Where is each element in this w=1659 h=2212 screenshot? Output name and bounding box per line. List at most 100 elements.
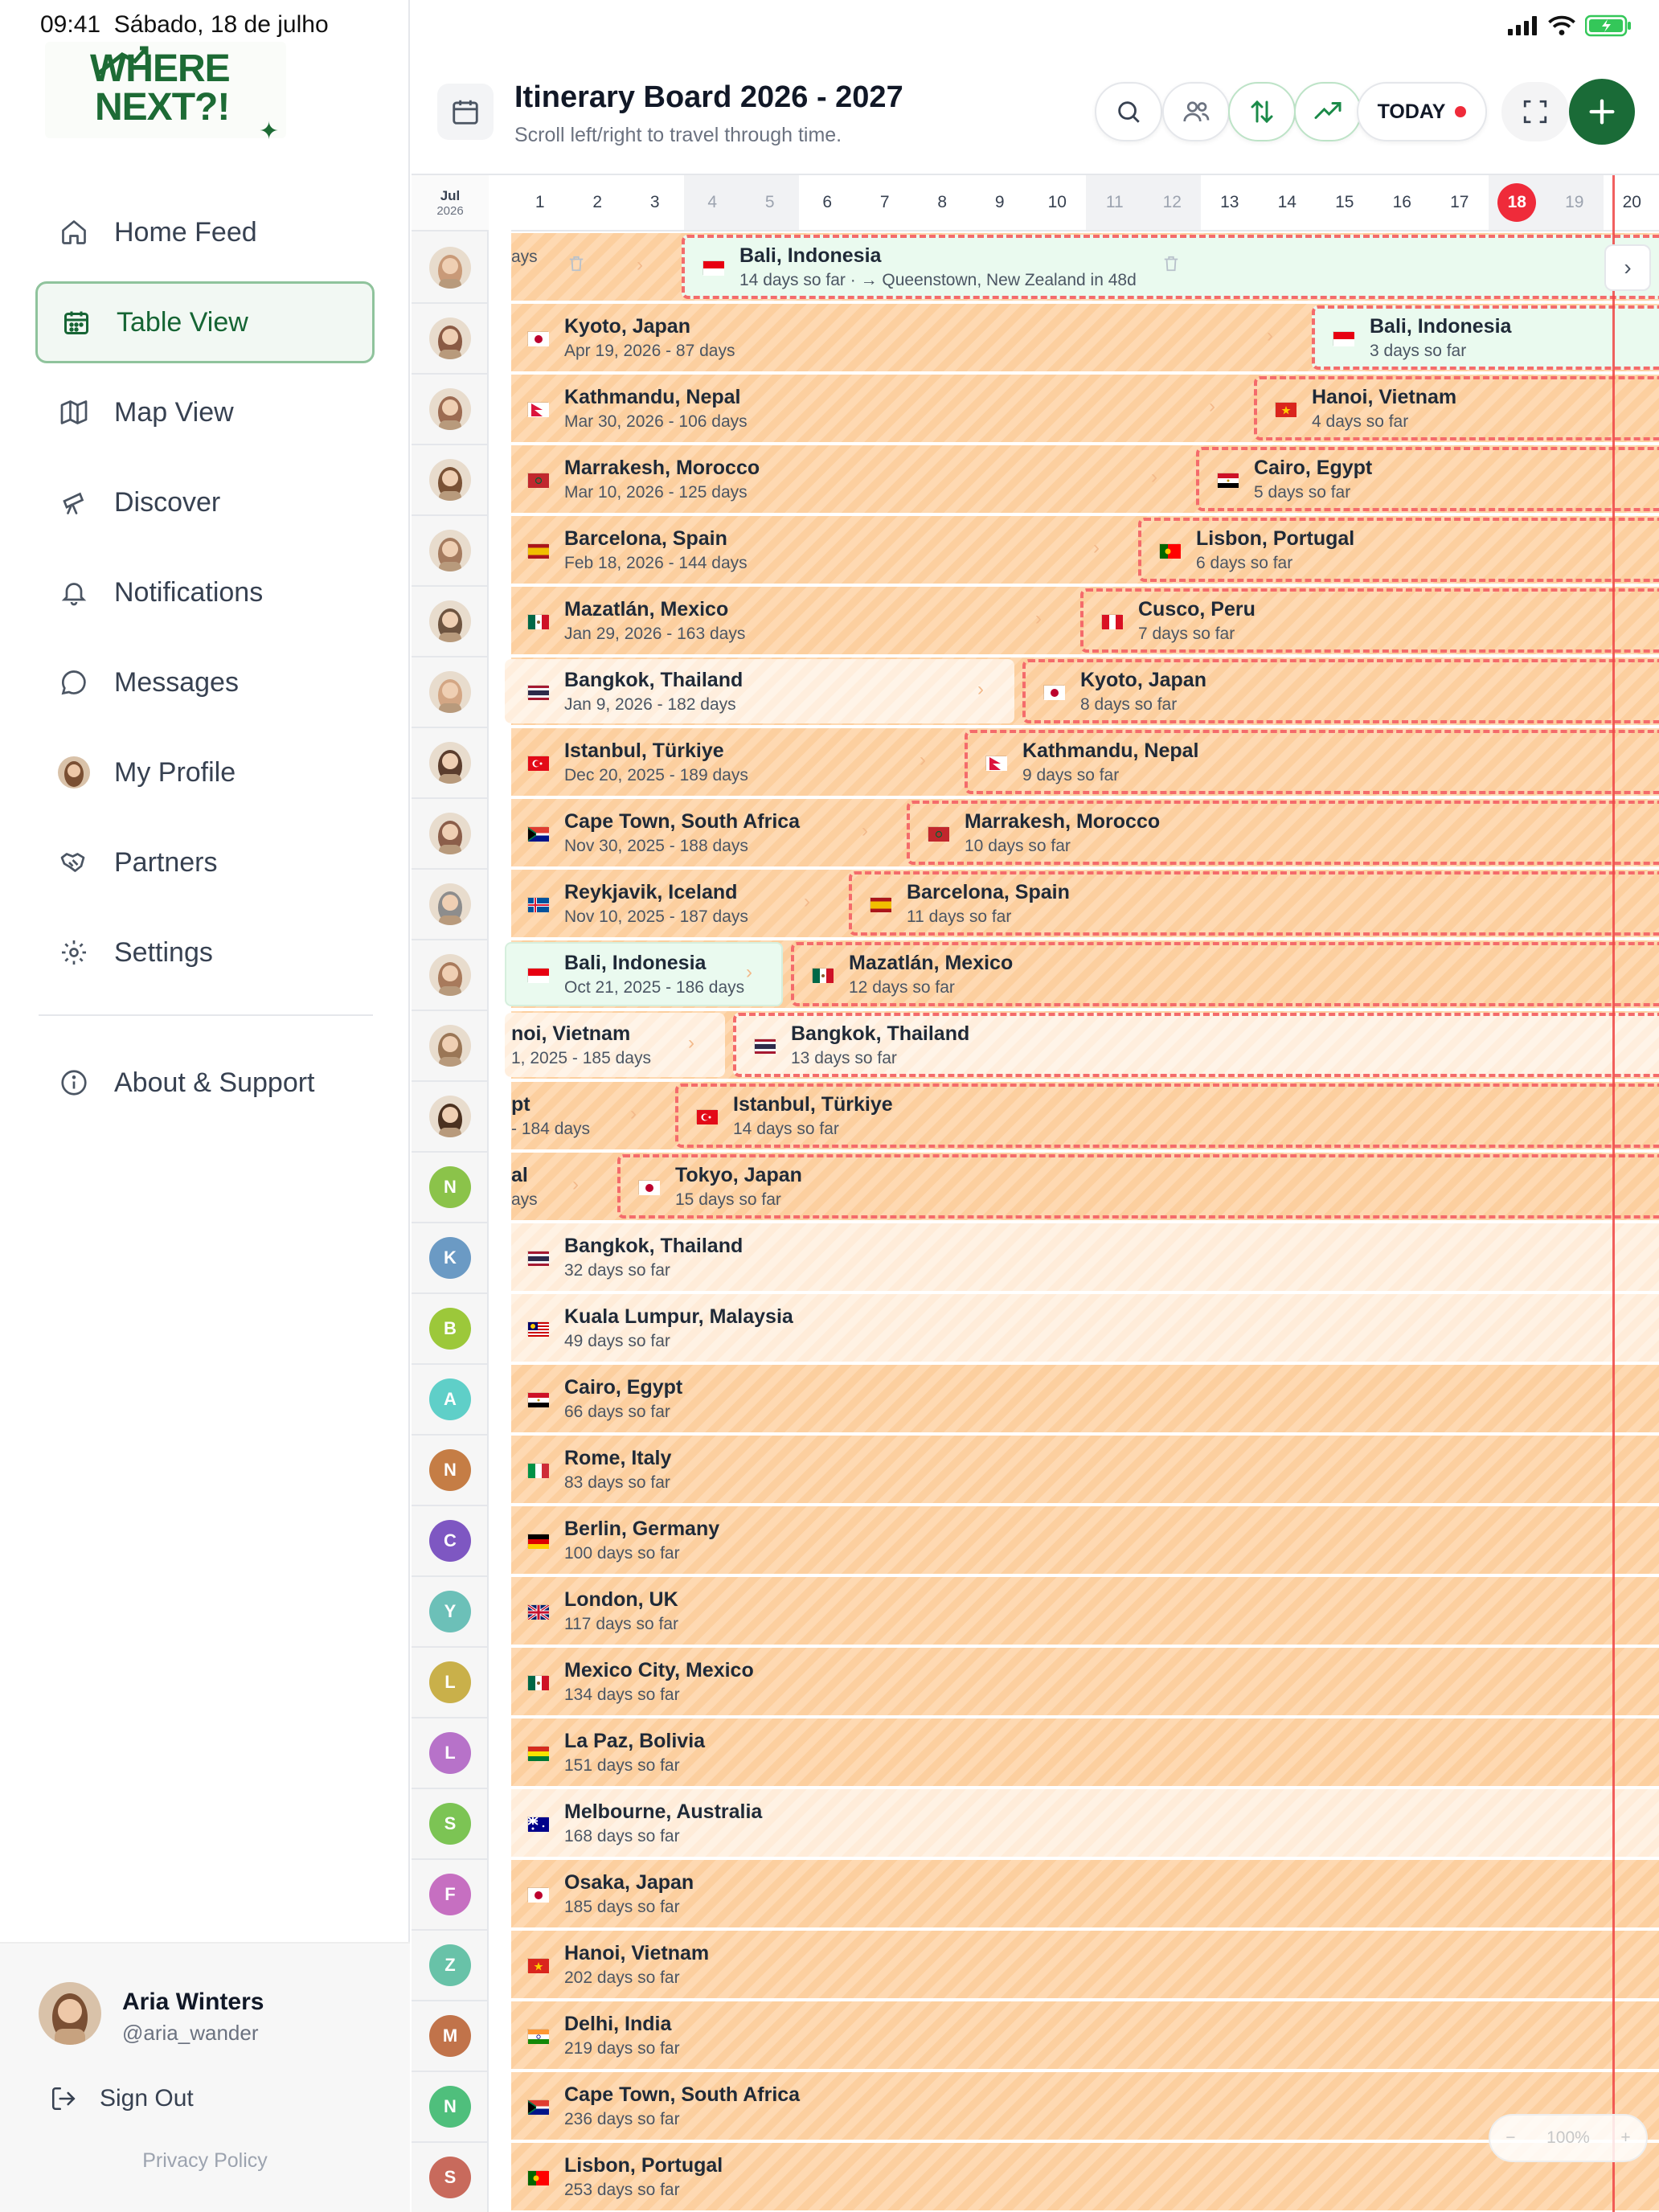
traveler-initial-avatar[interactable]: S (429, 1803, 471, 1845)
nav-label: Settings (114, 936, 213, 968)
flag-icon (527, 684, 549, 700)
nav-item-messages[interactable]: Messages (35, 641, 375, 723)
trash-icon[interactable] (1162, 254, 1180, 278)
traveler-initial-avatar[interactable]: A (429, 1378, 471, 1420)
people-filter-button[interactable] (1162, 82, 1230, 141)
sign-out-button[interactable]: Sign Out (50, 2085, 194, 2112)
traveler-photo-avatar[interactable] (429, 317, 471, 359)
day-header: 3 (626, 175, 684, 231)
fullscreen-button[interactable] (1501, 82, 1569, 141)
trend-button[interactable] (1294, 82, 1362, 141)
privacy-policy-link[interactable]: Privacy Policy (0, 2149, 410, 2173)
stay-label: noi, Vietnam 1, 2025 - 185 days (511, 1022, 651, 1068)
main-nav: Home Feed Table View Map View Discover Notif… (35, 191, 375, 1002)
traveler-initial-avatar[interactable]: N (429, 1449, 471, 1491)
search-button[interactable] (1095, 82, 1162, 141)
traveler-initial-avatar[interactable]: S (429, 2157, 471, 2198)
stay-label: Kathmandu, Nepal 9 days so far (985, 739, 1198, 785)
nav-label: Partners (114, 846, 218, 878)
day-header: 12 (1143, 175, 1201, 231)
traveler-photo-avatar[interactable] (429, 813, 471, 854)
stay-text: Berlin, Germany 100 days so far (564, 1518, 719, 1563)
stay-label: Cape Town, South Africa Nov 30, 2025 - 18… (527, 810, 800, 856)
nav-item-table-view[interactable]: Table View (35, 281, 375, 363)
stay-destination: Marrakesh, Morocco (564, 457, 760, 479)
traveler-initial-avatar[interactable]: L (429, 1732, 471, 1774)
nav-item-notifications[interactable]: Notifications (35, 551, 375, 633)
traveler-photo-avatar[interactable] (429, 530, 471, 571)
stay-duration: Oct 21, 2025 - 186 days (564, 978, 745, 997)
plus-icon (1589, 99, 1615, 125)
traveler-photo-avatar[interactable] (429, 671, 471, 713)
home-icon (58, 216, 90, 248)
stay-label: Lisbon, Portugal 6 days so far (1159, 527, 1354, 573)
nav-about-wrap: About & Support (35, 1042, 375, 1132)
stay-text: Kyoto, Japan Apr 19, 2026 - 87 days (564, 315, 735, 361)
stay-duration: 168 days so far (564, 1827, 680, 1845)
traveler-initial-avatar[interactable]: B (429, 1308, 471, 1350)
day-number: 3 (649, 193, 660, 211)
nav-item-about-support[interactable]: About & Support (35, 1042, 375, 1124)
stay-duration: 14 days so far (733, 1120, 839, 1138)
stay-duration: 236 days so far (564, 2110, 680, 2128)
nav-item-discover[interactable]: Discover (35, 461, 375, 543)
stay-text: Marrakesh, Morocco Mar 10, 2026 - 125 day… (564, 457, 760, 502)
traveler-avatar-cell: S (412, 1789, 489, 1860)
traveler-photo-avatar[interactable] (429, 600, 471, 642)
day-header: 2 (568, 175, 626, 231)
day-header: 9 (971, 175, 1029, 231)
sort-button[interactable] (1228, 82, 1296, 141)
traveler-initial-avatar[interactable]: Z (429, 1944, 471, 1986)
traveler-avatar-cell (412, 728, 489, 799)
traveler-photo-avatar[interactable] (429, 388, 471, 430)
traveler-photo-avatar[interactable] (429, 1096, 471, 1137)
traveler-initial-avatar[interactable]: L (429, 1661, 471, 1703)
add-trip-button[interactable] (1569, 79, 1635, 145)
zoom-in-button[interactable]: + (1620, 2128, 1630, 2148)
stay-label: al ays (511, 1164, 538, 1210)
itinerary-row[interactable] (511, 2001, 1659, 2069)
day-number: 14 (1277, 193, 1296, 211)
timeline-grid[interactable]: 1 2 3 4 5 6 7 8 9 10 11 12 13 14 15 16 17 18 19 20 ays Bali,… (505, 175, 1659, 2212)
nav-item-map-view[interactable]: Map View (35, 371, 375, 453)
nav-item-home-feed[interactable]: Home Feed (35, 191, 375, 273)
stay-text: ays (511, 244, 538, 267)
avatar-initial: S (444, 2167, 457, 2187)
traveler-initial-avatar[interactable]: N (429, 1166, 471, 1208)
day-number: 13 (1220, 193, 1239, 211)
traveler-photo-avatar[interactable] (429, 247, 471, 289)
nav-item-partners[interactable]: Partners (35, 821, 375, 903)
nav-item-settings[interactable]: Settings (35, 911, 375, 993)
traveler-photo-avatar[interactable] (429, 1025, 471, 1067)
itinerary-row[interactable] (511, 1577, 1659, 1645)
stay-label: Mazatlán, Mexico Jan 29, 2026 - 163 days (527, 598, 745, 644)
map-icon (58, 396, 90, 428)
stay-text: Kyoto, Japan 8 days so far (1080, 669, 1206, 715)
stay-destination: Istanbul, Türkiye (564, 739, 724, 762)
handshake-icon (58, 846, 90, 879)
itinerary-row[interactable] (511, 1365, 1659, 1432)
traveler-photo-avatar[interactable] (429, 742, 471, 784)
app-logo[interactable]: WHERE NEXT?! ✦ (45, 42, 286, 145)
traveler-photo-avatar[interactable] (429, 459, 471, 501)
traveler-initial-avatar[interactable]: K (429, 1237, 471, 1279)
traveler-initial-avatar[interactable]: F (429, 1874, 471, 1915)
today-button[interactable]: TODAY (1357, 82, 1487, 141)
itinerary-row[interactable] (511, 1436, 1659, 1503)
traveler-initial-avatar[interactable]: Y (429, 1591, 471, 1632)
avatar-initial: K (444, 1247, 457, 1268)
nav-item-my-profile[interactable]: My Profile (35, 731, 375, 813)
scroll-next-button[interactable]: › (1604, 244, 1651, 291)
traveler-initial-avatar[interactable]: M (429, 2015, 471, 2057)
traveler-photo-avatar[interactable] (429, 883, 471, 925)
traveler-photo-avatar[interactable] (429, 954, 471, 996)
chevron-right-icon: › (1209, 395, 1215, 417)
user-avatar[interactable] (39, 1982, 101, 2045)
traveler-initial-avatar[interactable]: C (429, 1520, 471, 1562)
chevron-right-icon: › (572, 1174, 579, 1195)
trash-icon[interactable] (567, 254, 585, 278)
traveler-initial-avatar[interactable]: N (429, 2086, 471, 2128)
flag-icon (527, 1745, 549, 1761)
stay-duration: Apr 19, 2026 - 87 days (564, 342, 735, 360)
zoom-out-button[interactable]: − (1505, 2128, 1515, 2148)
